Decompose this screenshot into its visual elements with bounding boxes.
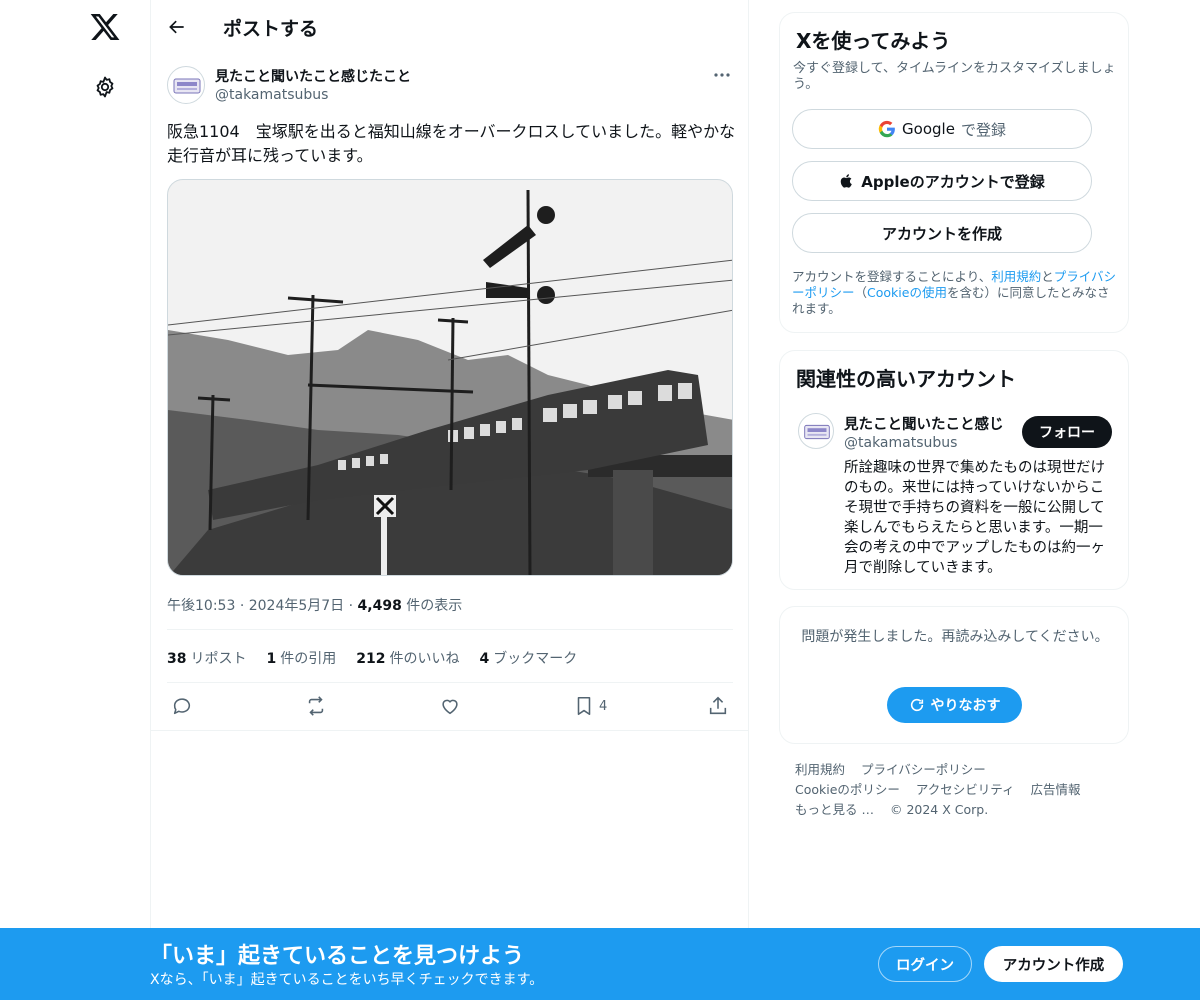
- share-icon[interactable]: [707, 692, 729, 720]
- footer-links: 利用規約 プライバシーポリシー Cookieのポリシー アクセシビリティ 広告情…: [795, 760, 1115, 820]
- banner-subtitle: Xなら、「いま」起きていることをいち早くチェックできます。: [150, 972, 544, 988]
- views-count: 4,498: [357, 598, 402, 614]
- apple-icon: [841, 174, 853, 188]
- google-icon: [878, 120, 895, 138]
- tweet-date[interactable]: 2024年5月7日: [249, 598, 344, 614]
- apple-signup-button[interactable]: Appleのアカウントで登録: [792, 161, 1092, 201]
- create-account-button[interactable]: アカウントを作成: [792, 213, 1092, 253]
- separator: ·: [239, 598, 249, 614]
- like-heart-icon[interactable]: [439, 692, 461, 720]
- bottom-banner: 「いま」起きていることを見つけよう Xなら、「いま」起きていることをいち早くチェ…: [0, 928, 1200, 1000]
- footer-more-link[interactable]: もっと見る …: [795, 802, 874, 817]
- reposts-stat[interactable]: 38 リポスト: [167, 648, 246, 668]
- main-column: ポストする 見たこと聞いたこと感じたこと @takamatsubus 阪急110…: [150, 0, 749, 1000]
- footer-terms-link[interactable]: 利用規約: [795, 762, 845, 777]
- divider: [167, 682, 733, 683]
- tweet-time[interactable]: 午後10:53: [167, 598, 235, 614]
- error-message: 問題が発生しました。再読み込みしてください。: [801, 629, 1109, 645]
- cookie-link[interactable]: Cookieの使用: [867, 285, 947, 300]
- login-button[interactable]: ログイン: [878, 946, 972, 982]
- x-logo-icon[interactable]: [89, 11, 121, 43]
- separator: ·: [348, 598, 358, 614]
- more-options-icon[interactable]: [711, 66, 733, 84]
- bookmarks-stat[interactable]: 4 ブックマーク: [479, 648, 577, 668]
- header: ポストする: [151, 0, 749, 53]
- footer-ads-link[interactable]: 広告情報: [1031, 782, 1081, 797]
- footer-cookie-link[interactable]: Cookieのポリシー: [795, 782, 900, 797]
- avatar[interactable]: [167, 66, 205, 104]
- google-signup-label: で登録: [960, 120, 1006, 139]
- related-account-name[interactable]: 見たこと聞いたこと感じ: [844, 413, 1014, 434]
- related-title: 関連性の高いアカウント: [796, 367, 1016, 391]
- tweet-author: 見たこと聞いたこと感じたこと @takamatsubus: [167, 66, 733, 106]
- left-nav: [0, 0, 150, 1000]
- tweet-text: 阪急1104 宝塚駅を出ると福知山線をオーバークロスしていました。軽やかな走行音…: [167, 122, 736, 165]
- related-account-handle[interactable]: @takamatsubus: [844, 435, 957, 451]
- quotes-stat[interactable]: 1 件の引用: [266, 648, 336, 668]
- apple-signup-label: Appleのアカウントで登録: [861, 172, 1045, 191]
- gear-icon[interactable]: [93, 75, 117, 99]
- back-arrow-icon[interactable]: [163, 13, 191, 41]
- views-label: 件の表示: [406, 598, 463, 614]
- tweet-photo[interactable]: [167, 179, 733, 576]
- repost-icon[interactable]: [305, 692, 327, 720]
- tweet-actions: 4: [167, 692, 733, 722]
- signup-subtitle: 今すぐ登録して、タイムラインをカスタマイズしましょう。: [793, 61, 1116, 92]
- signup-legal-text: アカウントを登録することにより、利用規約とプライバシーポリシー（Cookieの使…: [792, 269, 1117, 316]
- terms-link[interactable]: 利用規約: [991, 269, 1041, 284]
- create-account-label: アカウントを作成: [881, 224, 1002, 243]
- footer-accessibility-link[interactable]: アクセシビリティ: [916, 782, 1015, 797]
- google-signup-button[interactable]: Google で登録: [792, 109, 1092, 149]
- divider: [151, 730, 749, 731]
- signup-title: Xを使ってみよう: [796, 29, 951, 53]
- banner-title: 「いま」起きていることを見つけよう: [150, 944, 525, 969]
- likes-stat[interactable]: 212 件のいいね: [356, 648, 459, 668]
- signup-card: Xを使ってみよう 今すぐ登録して、タイムラインをカスタマイズしましょう。 Goo…: [779, 12, 1129, 333]
- bookmark-count: 4: [599, 698, 608, 714]
- related-accounts-card: 関連性の高いアカウント 見たこと聞いたこと感じ @takamatsubus フォ…: [779, 350, 1129, 590]
- bookmark-icon[interactable]: 4: [573, 692, 607, 720]
- refresh-icon: [910, 698, 923, 712]
- related-account-bio: 所詮趣味の世界で集めたものは現世だけのもの。来世には持っていけないからこそ現世で…: [844, 460, 1105, 576]
- tweet-stats: 38 リポスト 1 件の引用 212 件のいいね 4 ブックマーク: [167, 648, 577, 668]
- divider: [167, 629, 733, 630]
- google-brand: Google: [902, 120, 955, 138]
- author-handle[interactable]: @takamatsubus: [215, 87, 328, 103]
- retry-label: やりなおす: [930, 698, 1001, 714]
- reply-icon[interactable]: [171, 692, 193, 720]
- footer-privacy-link[interactable]: プライバシーポリシー: [861, 762, 986, 777]
- author-name[interactable]: 見たこと聞いたこと感じたこと: [215, 66, 411, 86]
- footer-copyright: © 2024 X Corp.: [889, 802, 989, 817]
- tweet-meta: 午後10:53 · 2024年5月7日 · 4,498 件の表示: [167, 595, 462, 615]
- banner-create-account-button[interactable]: アカウント作成: [984, 946, 1123, 982]
- retry-button[interactable]: やりなおす: [887, 687, 1022, 723]
- follow-button[interactable]: フォロー: [1022, 416, 1112, 448]
- error-card: 問題が発生しました。再読み込みしてください。 やりなおす: [779, 606, 1129, 744]
- page-title: ポストする: [223, 18, 319, 40]
- avatar[interactable]: [798, 413, 834, 449]
